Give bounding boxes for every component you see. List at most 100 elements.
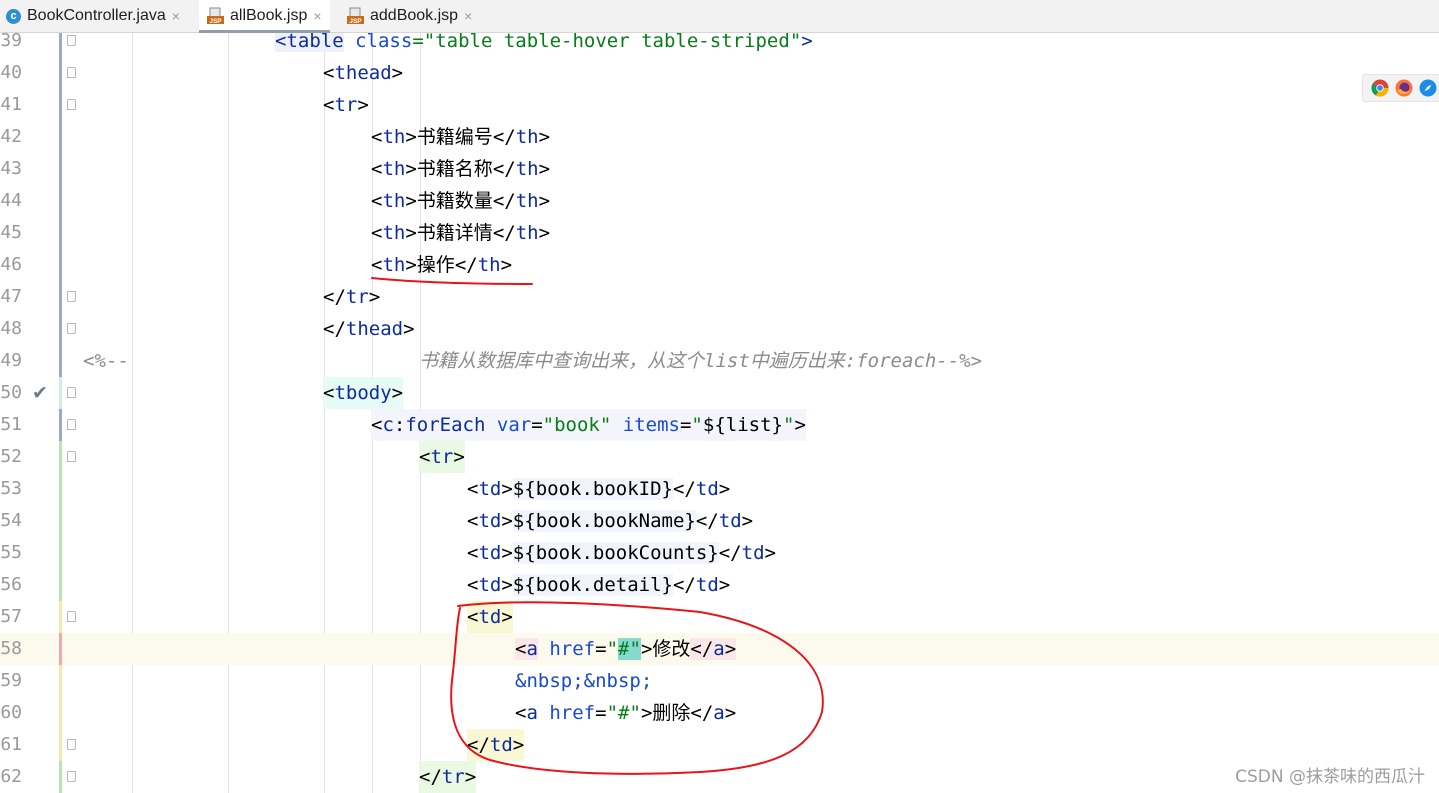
code-line[interactable]: 55 <td>${book.bookCounts}</td>	[0, 537, 1439, 569]
close-icon[interactable]: ×	[313, 8, 321, 24]
vcs-change-marker	[59, 57, 62, 89]
safari-icon[interactable]	[1419, 79, 1437, 97]
close-icon[interactable]: ×	[172, 8, 180, 24]
code-line[interactable]: 54 <td>${book.bookName}</td>	[0, 505, 1439, 537]
comment-text: 书籍从数据库中查询出来，从这个list中遍历出来:foreach--%>	[419, 350, 983, 372]
line-number: 60	[0, 702, 22, 723]
code-line[interactable]: 51 <c:forEach var="book" items="${list}"…	[0, 409, 1439, 441]
fold-icon[interactable]	[67, 611, 76, 622]
code-text: <thead>	[323, 62, 404, 84]
fold-icon[interactable]	[67, 451, 76, 462]
code-editor[interactable]: 39 <table class="table table-hover table…	[0, 33, 1439, 793]
code-text: </tr>	[323, 286, 381, 308]
code-text: <th>操作</th>	[371, 254, 513, 276]
fold-icon[interactable]	[67, 771, 76, 782]
code-line[interactable]: 42 <th>书籍编号</th>	[0, 121, 1439, 153]
line-number: 47	[0, 286, 22, 307]
line-number: 46	[0, 254, 22, 275]
code-text: <th>书籍数量</th>	[371, 190, 551, 212]
code-line[interactable]: 57 <td>	[0, 601, 1439, 633]
vcs-change-marker	[59, 217, 62, 249]
line-number: 42	[0, 126, 22, 147]
vcs-change-marker	[59, 313, 62, 345]
code-line[interactable]: 49 <%-- 书籍从数据库中查询出来，从这个list中遍历出来:foreach…	[0, 345, 1439, 377]
code-line[interactable]: 62 </tr>	[0, 761, 1439, 793]
vcs-change-marker	[59, 761, 62, 793]
line-number: 61	[0, 734, 22, 755]
line-number: 50	[0, 382, 22, 403]
vcs-change-marker	[59, 153, 62, 185]
code-text: <th>书籍详情</th>	[371, 222, 551, 244]
vcs-change-marker	[59, 665, 62, 697]
vcs-change-marker	[59, 601, 62, 633]
chrome-icon[interactable]	[1371, 79, 1389, 97]
watermark: CSDN @抹茶味的西瓜汁	[1235, 767, 1425, 787]
vcs-change-marker	[59, 729, 62, 761]
code-line[interactable]: 46 <th>操作</th>	[0, 249, 1439, 281]
vcs-change-marker	[59, 633, 62, 665]
vcs-change-marker	[59, 377, 62, 409]
code-line[interactable]: 47 </tr>	[0, 281, 1439, 313]
code-line[interactable]: 45 <th>书籍详情</th>	[0, 217, 1439, 249]
line-number: 41	[0, 94, 22, 115]
code-line[interactable]: 50 ✔ <tbody>	[0, 377, 1439, 409]
tab-allbook-jsp[interactable]: JSP allBook.jsp ×	[199, 0, 330, 33]
tab-label: BookController.java	[27, 7, 166, 24]
line-number: 48	[0, 318, 22, 339]
code-text: <a href="#">删除</a>	[515, 702, 737, 724]
vcs-change-marker	[59, 281, 62, 313]
code-text: <td>${book.bookName}</td>	[467, 510, 754, 532]
fold-icon[interactable]	[67, 35, 76, 46]
code-line[interactable]: 61 </td>	[0, 729, 1439, 761]
code-line[interactable]: 39 <table class="table table-hover table…	[0, 33, 1439, 57]
code-text: </td>	[467, 729, 525, 761]
line-number: 52	[0, 446, 22, 467]
svg-text:JSP: JSP	[209, 18, 222, 25]
svg-text:JSP: JSP	[349, 18, 362, 25]
code-line[interactable]: 59 &nbsp;&nbsp;	[0, 665, 1439, 697]
line-number: 43	[0, 158, 22, 179]
code-line[interactable]: 56 <td>${book.detail}</td>	[0, 569, 1439, 601]
vcs-change-marker	[59, 537, 62, 569]
fold-icon[interactable]	[67, 387, 76, 398]
code-line[interactable]: 53 <td>${book.bookID}</td>	[0, 473, 1439, 505]
java-class-icon: c	[6, 8, 21, 24]
tab-addbook-jsp[interactable]: JSP addBook.jsp ×	[347, 0, 472, 32]
fold-icon[interactable]	[67, 291, 76, 302]
code-line-current[interactable]: 58 <a href="#">修改</a>	[0, 633, 1439, 665]
code-text: <td>${book.bookID}</td>	[467, 478, 731, 500]
close-icon[interactable]: ×	[464, 8, 472, 24]
code-text: </thead>	[323, 318, 415, 340]
editor-tab-bar: c BookController.java × JSP allBook.jsp …	[0, 0, 1439, 33]
code-line[interactable]: 43 <th>书籍名称</th>	[0, 153, 1439, 185]
tab-label: allBook.jsp	[230, 7, 308, 24]
jsp-file-icon: JSP	[347, 7, 364, 25]
firefox-icon[interactable]	[1395, 79, 1413, 97]
fold-icon[interactable]	[67, 739, 76, 750]
vcs-change-marker	[59, 441, 62, 473]
fold-icon[interactable]	[67, 99, 76, 110]
code-text: <th>书籍名称</th>	[371, 158, 551, 180]
code-line[interactable]: 44 <th>书籍数量</th>	[0, 185, 1439, 217]
code-line[interactable]: 60 <a href="#">删除</a>	[0, 697, 1439, 729]
fold-icon[interactable]	[67, 419, 76, 430]
code-text: <table class="table table-hover table-st…	[275, 33, 813, 57]
code-text: <%--	[83, 350, 129, 372]
fold-icon[interactable]	[67, 67, 76, 78]
line-number: 45	[0, 222, 22, 243]
code-line[interactable]: 48 </thead>	[0, 313, 1439, 345]
code-line[interactable]: 52 <tr>	[0, 441, 1439, 473]
code-text: <tr>	[419, 441, 465, 473]
line-number: 54	[0, 510, 22, 531]
fold-icon[interactable]	[67, 323, 76, 334]
line-number: 40	[0, 62, 22, 83]
tab-label: addBook.jsp	[370, 7, 459, 24]
code-line[interactable]: 40 <thead>	[0, 57, 1439, 89]
code-line[interactable]: 41 <tr>	[0, 89, 1439, 121]
tab-bookcontroller-java[interactable]: c BookController.java ×	[6, 0, 180, 32]
code-text: <td>${book.detail}</td>	[467, 574, 731, 596]
code-text: <c:forEach var="book" items="${list}">	[371, 409, 806, 441]
code-text: <td>	[467, 601, 513, 633]
code-text: </tr>	[419, 761, 477, 793]
line-number: 53	[0, 478, 22, 499]
